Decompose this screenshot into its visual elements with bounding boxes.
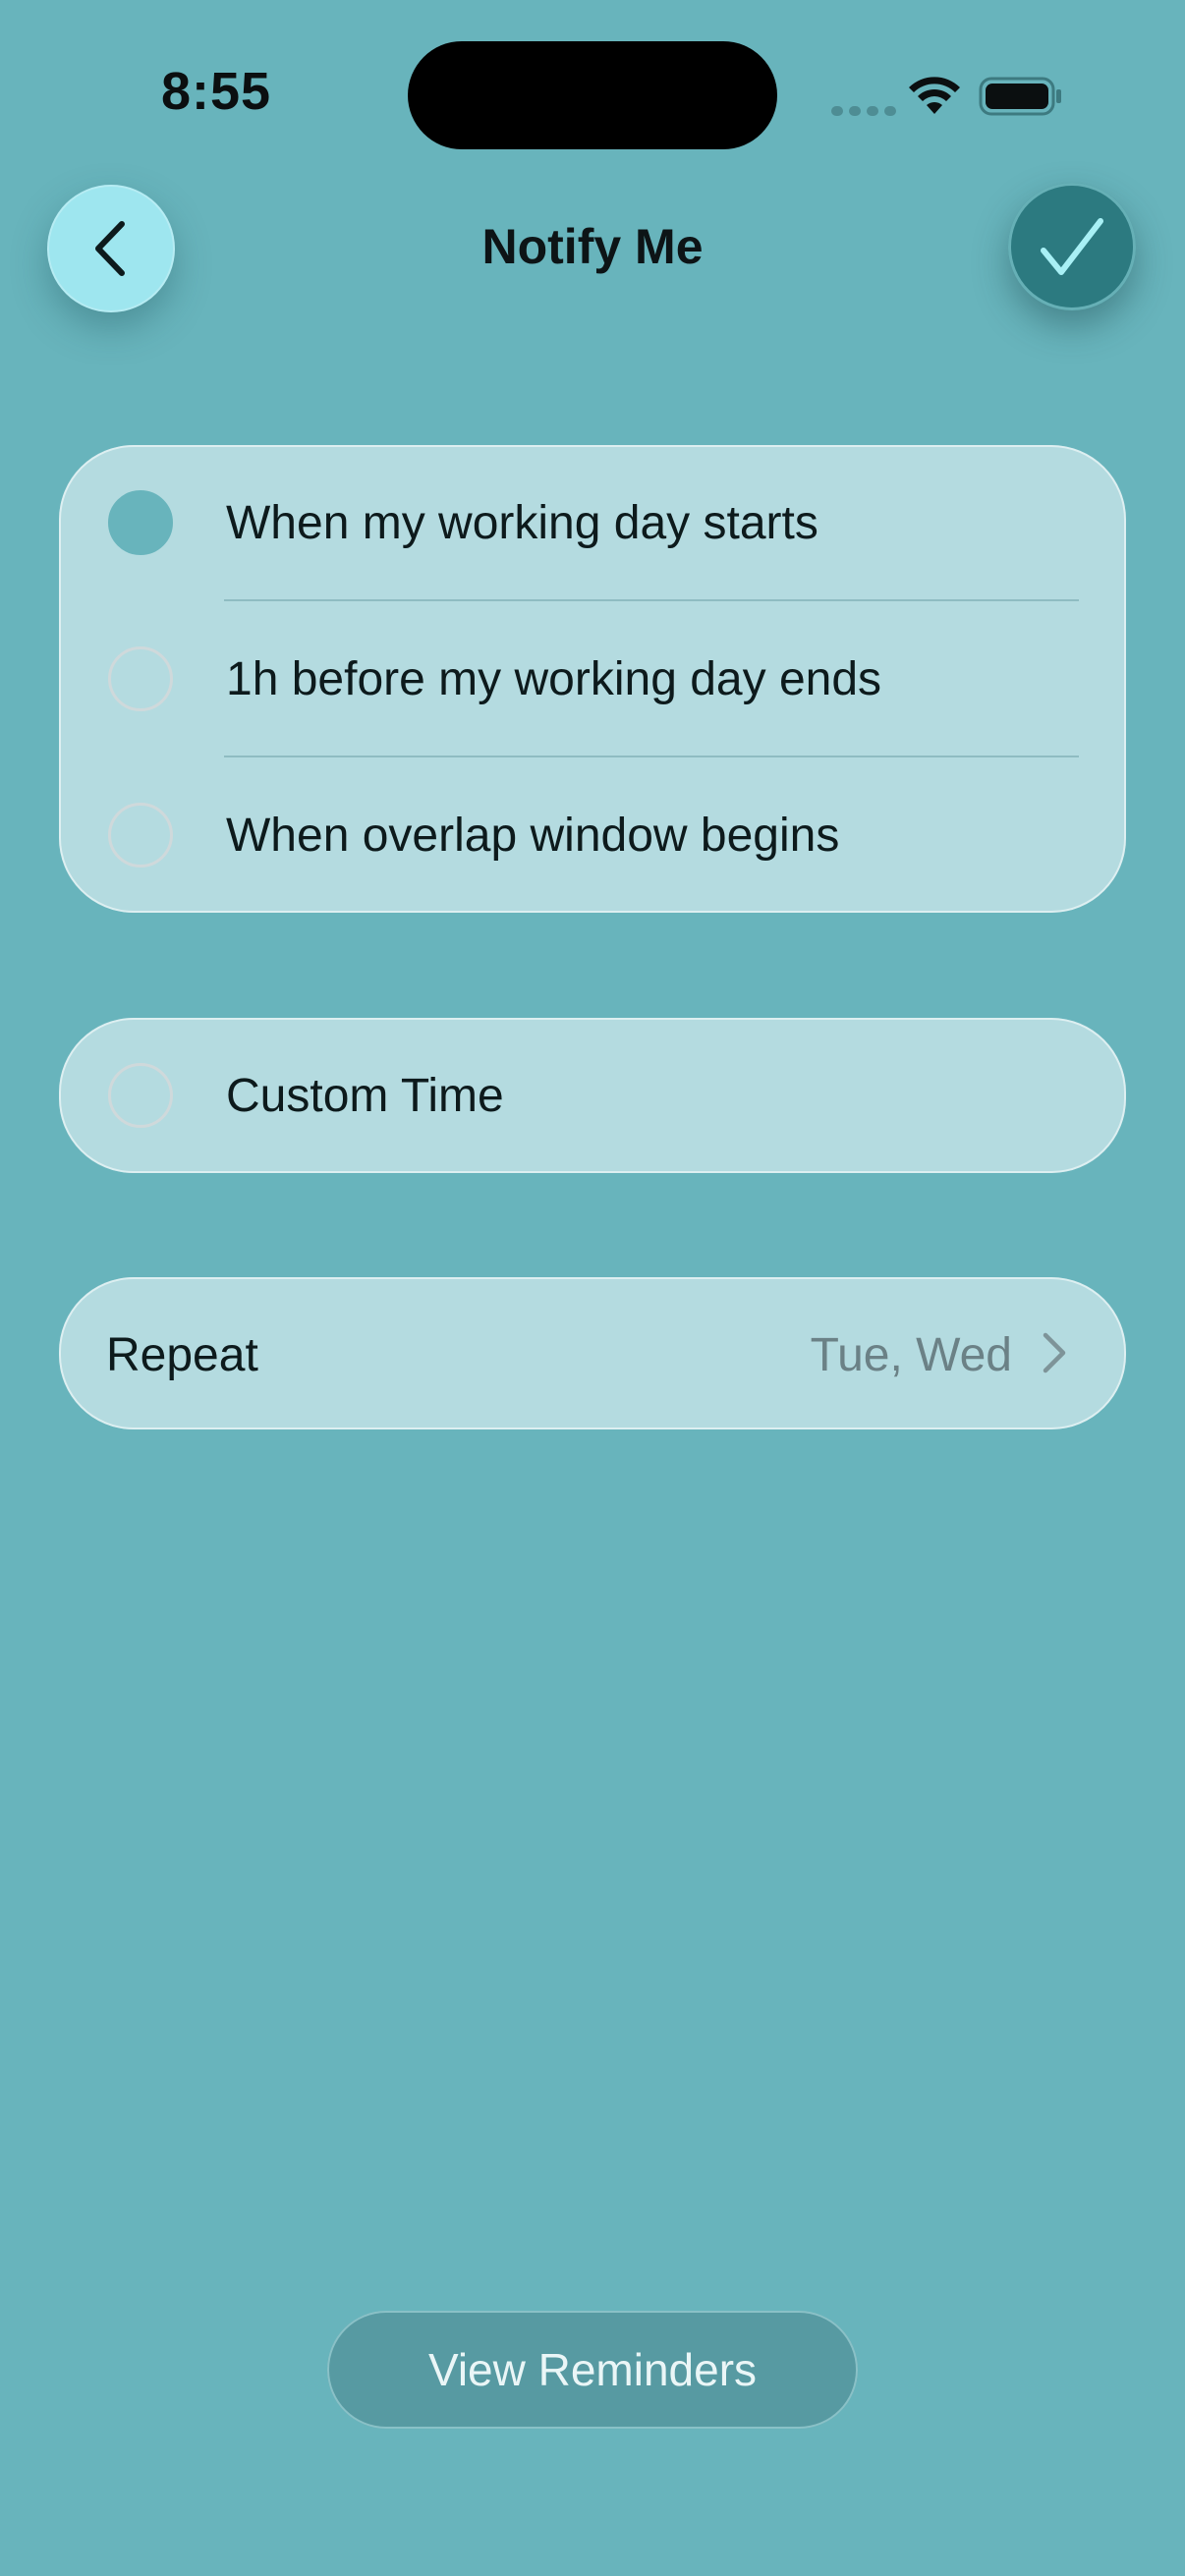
option-label: 1h before my working day ends: [226, 653, 882, 705]
back-button[interactable]: [47, 185, 175, 312]
repeat-label: Repeat: [106, 1329, 258, 1381]
repeat-value: Tue, Wed: [810, 1329, 1012, 1381]
header: Notify Me: [0, 177, 1185, 314]
option-before-day-ends[interactable]: 1h before my working day ends: [59, 601, 1126, 757]
status-time: 8:55: [160, 62, 272, 121]
radio-unselected[interactable]: [108, 803, 173, 868]
radio-selected[interactable]: [108, 490, 173, 555]
battery-icon: [979, 77, 1061, 116]
option-working-day-starts[interactable]: When my working day starts: [59, 445, 1126, 601]
chevron-right-icon: [1043, 1332, 1066, 1373]
chevron-left-icon: [95, 221, 125, 276]
dynamic-island: [408, 41, 777, 149]
radio-unselected[interactable]: [108, 1063, 173, 1128]
custom-time-card[interactable]: Custom Time: [59, 1018, 1126, 1173]
wifi-icon: [909, 77, 960, 114]
notify-options-card: When my working day starts 1h before my …: [59, 445, 1126, 913]
option-overlap-window-begins[interactable]: When overlap window begins: [59, 757, 1126, 914]
option-label: When my working day starts: [226, 497, 818, 549]
cellular-signal-icon: [831, 106, 896, 116]
option-label: When overlap window begins: [226, 810, 840, 862]
repeat-row[interactable]: Repeat Tue, Wed: [59, 1277, 1126, 1429]
notify-me-screen: 8:55 Notify Me When my working day start…: [0, 0, 1185, 2576]
confirm-button[interactable]: [1008, 183, 1136, 310]
checkmark-icon: [1041, 218, 1103, 275]
view-reminders-button[interactable]: View Reminders: [327, 2311, 858, 2429]
page-title: Notify Me: [481, 219, 704, 274]
custom-time-label: Custom Time: [226, 1070, 504, 1122]
status-indicators: [831, 69, 1185, 118]
radio-unselected[interactable]: [108, 646, 173, 711]
